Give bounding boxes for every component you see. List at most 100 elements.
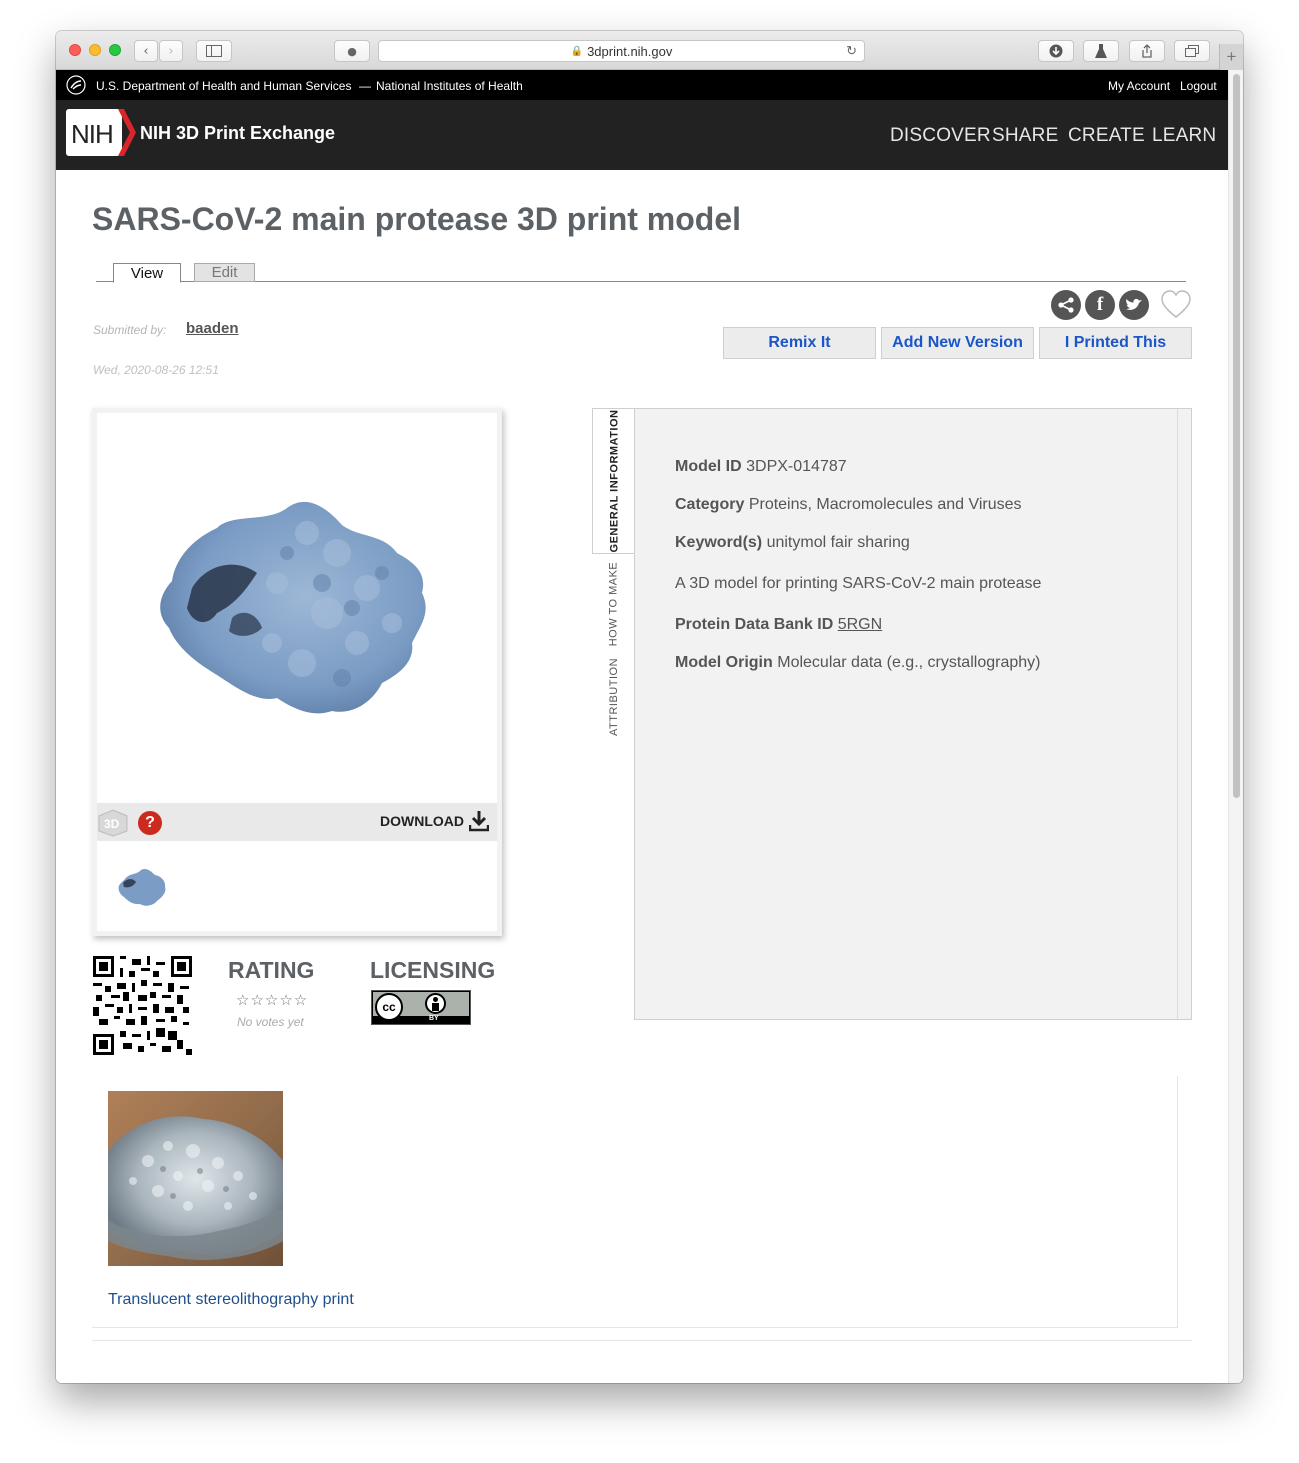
licensing-heading: LICENSING	[370, 957, 496, 983]
hhs-separator: —	[359, 79, 371, 93]
model-preview[interactable]	[97, 413, 497, 803]
browser-window: ‹ › ● 🔒 3dprint.nih.gov ↻ + U.S. Departm…	[56, 31, 1243, 1383]
keywords-label: Keyword(s)	[675, 534, 763, 551]
favorite-button[interactable]	[1160, 289, 1192, 321]
nih-link[interactable]: National Institutes of Health	[376, 79, 523, 93]
flask-extension-button[interactable]	[1083, 40, 1119, 62]
model-thumbnail[interactable]	[113, 861, 173, 911]
nav-discover[interactable]: DISCOVER	[890, 125, 991, 147]
sidebar-button[interactable]	[196, 40, 232, 62]
nih-logo[interactable]: NIH	[66, 109, 136, 156]
panel-scroll-edge	[1177, 409, 1191, 1019]
web-page: U.S. Department of Health and Human Serv…	[56, 70, 1228, 1383]
viewer-3d-button[interactable]: 3D	[98, 809, 128, 837]
forward-button[interactable]: ›	[159, 40, 183, 62]
site-name[interactable]: NIH 3D Print Exchange	[140, 123, 335, 144]
plus-icon: +	[1226, 47, 1237, 66]
facebook-button[interactable]: f	[1085, 290, 1115, 320]
twitter-icon	[1126, 298, 1142, 310]
logout-link[interactable]: Logout	[1180, 79, 1217, 93]
cc-icon: cc	[375, 993, 403, 1021]
model-id-value: 3DPX-014787	[746, 458, 847, 475]
nav-create[interactable]: CREATE	[1068, 125, 1145, 147]
page-scrollbar[interactable]	[1228, 70, 1243, 1383]
rating-votes: No votes yet	[237, 1015, 304, 1029]
viewer-3d-label: 3D	[104, 817, 120, 831]
minimize-window-button[interactable]	[89, 44, 101, 56]
model-id-label: Model ID	[675, 458, 742, 475]
protein-thumbnail-image	[118, 868, 166, 906]
my-account-link[interactable]: My Account	[1108, 79, 1170, 93]
submitter-link[interactable]: baaden	[186, 320, 239, 337]
tab-view[interactable]: View	[113, 263, 181, 283]
tab-attribution[interactable]: ATTRIBUTION	[592, 654, 635, 740]
add-new-version-label: Add New Version	[892, 334, 1023, 351]
sidebar-icon	[206, 45, 222, 57]
add-new-version-button[interactable]: Add New Version	[881, 327, 1034, 359]
submission-date: Wed, 2020-08-26 12:51	[93, 363, 219, 377]
tab-edit[interactable]: Edit	[194, 263, 255, 282]
cc-by-badge[interactable]: cc BY	[371, 990, 471, 1025]
hhs-link[interactable]: U.S. Department of Health and Human Serv…	[96, 79, 351, 93]
chevron-left-icon: ‹	[143, 43, 149, 59]
tabs-divider	[96, 281, 1186, 282]
remix-button-label: Remix It	[768, 334, 831, 351]
model-description: A 3D model for printing SARS-CoV-2 main …	[675, 575, 1042, 592]
nav-learn[interactable]: LEARN	[1152, 125, 1216, 147]
tab-general-information-label: GENERAL INFORMATION	[608, 409, 620, 553]
share-icon	[1142, 44, 1152, 58]
evernote-extension-button[interactable]: ●	[334, 40, 370, 62]
scrollbar-thumb[interactable]	[1233, 74, 1240, 798]
translucent-print-image	[108, 1091, 283, 1266]
protein-model-image	[160, 501, 426, 714]
nav-share[interactable]: SHARE	[992, 125, 1058, 147]
keywords-row: Keyword(s) unitymol fair sharing	[675, 534, 910, 552]
keywords-value: unitymol fair sharing	[766, 534, 910, 551]
i-printed-this-label: I Printed This	[1064, 334, 1167, 351]
download-button[interactable]: DOWNLOAD	[380, 807, 489, 835]
elephant-icon: ●	[347, 44, 357, 58]
address-bar[interactable]: 🔒 3dprint.nih.gov ↻	[378, 40, 865, 62]
tab-view-label: View	[130, 264, 164, 282]
url-text: 3dprint.nih.gov	[587, 43, 673, 59]
tabs-icon	[1185, 45, 1199, 57]
submitted-by-label: Submitted by:	[93, 323, 167, 337]
tab-edit-label: Edit	[211, 264, 238, 281]
share-social-button[interactable]	[1051, 290, 1081, 320]
tab-how-to-make[interactable]: HOW TO MAKE	[592, 556, 635, 652]
reload-icon[interactable]: ↻	[846, 43, 857, 59]
print-photo[interactable]	[108, 1091, 283, 1266]
model-id-row: Model ID 3DPX-014787	[675, 458, 847, 476]
print-photo-caption[interactable]: Translucent stereolithography print	[108, 1291, 354, 1309]
thumbnail-strip	[97, 841, 497, 931]
nih-logo-text: NIH	[71, 119, 114, 149]
model-origin-label: Model Origin	[675, 654, 773, 671]
twitter-button[interactable]	[1119, 290, 1149, 320]
share-button[interactable]	[1129, 40, 1165, 62]
rating-stars[interactable]: ☆☆☆☆☆	[236, 991, 308, 1009]
cc-icon-label: cc	[382, 1000, 396, 1014]
hhs-eagle-icon	[66, 75, 86, 95]
share-nodes-icon	[1058, 297, 1074, 313]
download-label: DOWNLOAD	[380, 813, 464, 829]
download-icon	[1049, 44, 1063, 58]
back-button[interactable]: ‹	[134, 40, 158, 62]
browser-toolbar: ‹ › ● 🔒 3dprint.nih.gov ↻ +	[56, 31, 1243, 70]
qr-code-image	[93, 956, 192, 1055]
remix-button[interactable]: Remix It	[723, 327, 876, 359]
info-tabs: GENERAL INFORMATION HOW TO MAKE ATTRIBUT…	[592, 408, 635, 1020]
lock-icon: 🔒	[570, 45, 584, 57]
tab-general-information[interactable]: GENERAL INFORMATION	[592, 408, 635, 554]
zoom-window-button[interactable]	[109, 44, 121, 56]
rating-heading: RATING	[228, 957, 315, 983]
hhs-bar: U.S. Department of Health and Human Serv…	[56, 70, 1228, 100]
tabs-overview-button[interactable]	[1174, 40, 1210, 62]
downloads-button[interactable]	[1038, 40, 1074, 62]
new-tab-button[interactable]: +	[1219, 44, 1243, 70]
pdb-link[interactable]: 5RGN	[838, 616, 882, 633]
close-window-button[interactable]	[69, 44, 81, 56]
i-printed-this-button[interactable]: I Printed This	[1039, 327, 1192, 359]
site-header: NIH NIH 3D Print Exchange DISCOVER SHARE…	[56, 100, 1228, 170]
description-row: A 3D model for printing SARS-CoV-2 main …	[675, 575, 1041, 593]
help-button[interactable]: ?	[138, 811, 162, 835]
